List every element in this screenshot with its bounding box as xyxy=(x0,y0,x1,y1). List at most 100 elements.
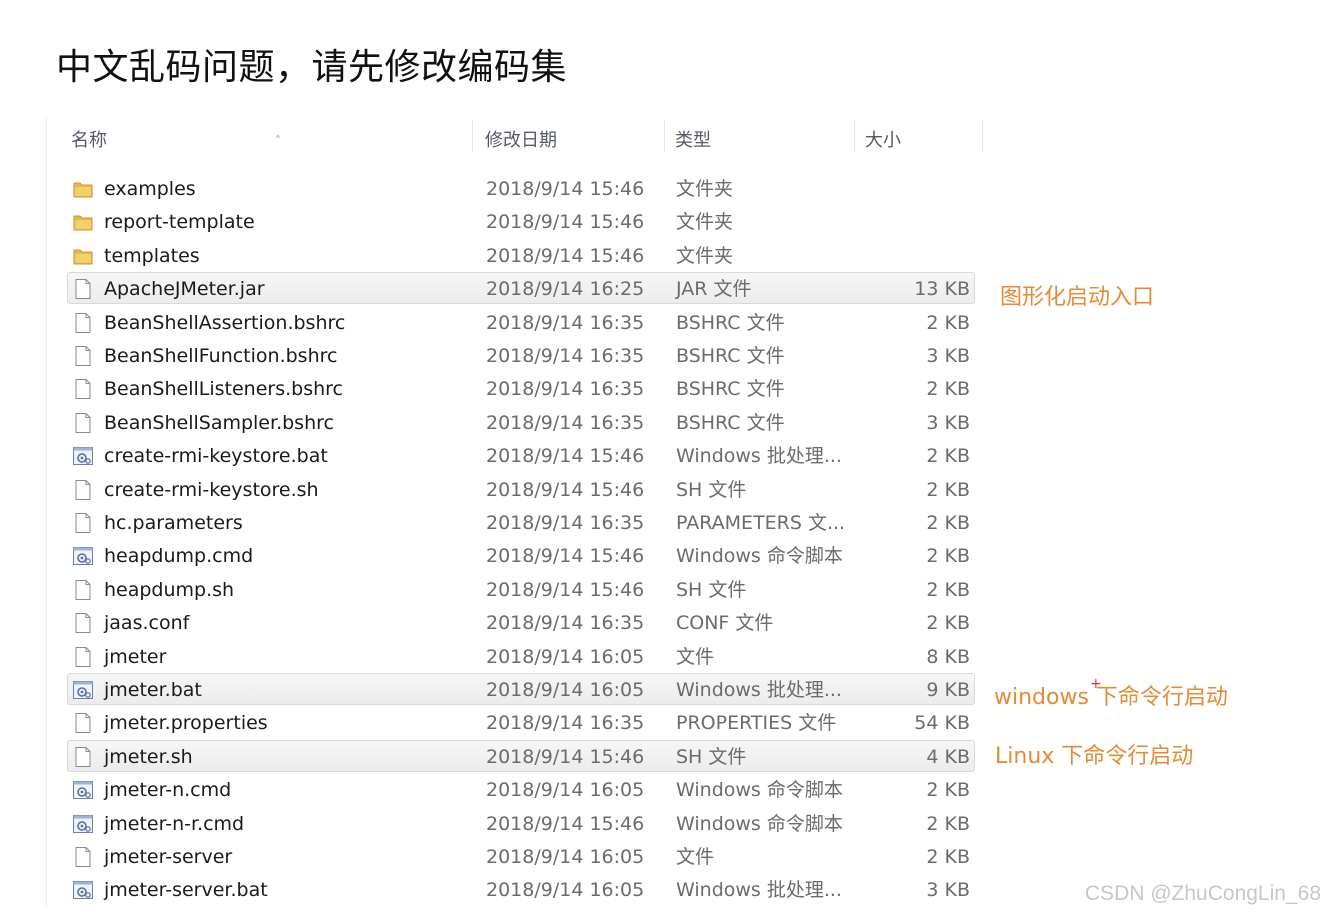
file-row[interactable]: report-template 2018/9/14 15:46 文件夹 xyxy=(67,205,975,237)
file-row[interactable]: jmeter-server.bat 2018/9/14 16:05 Windows … xyxy=(67,873,975,905)
file-size: 2 KB xyxy=(926,378,970,401)
file-modified-date: 2018/9/14 16:35 xyxy=(486,311,645,334)
file-modified-date: 2018/9/14 16:25 xyxy=(486,278,645,301)
file-name: report-template xyxy=(104,211,255,234)
file-row[interactable]: templates 2018/9/14 15:46 文件夹 xyxy=(67,239,975,271)
file-size: 3 KB xyxy=(926,411,970,434)
file-modified-date: 2018/9/14 16:05 xyxy=(486,879,645,902)
file-name: create-rmi-keystore.bat xyxy=(104,445,328,468)
file-modified-date: 2018/9/14 16:35 xyxy=(486,411,645,434)
file-icon xyxy=(72,479,94,501)
column-header-date[interactable]: 修改日期 xyxy=(475,118,665,162)
file-modified-date: 2018/9/14 15:46 xyxy=(486,745,645,768)
file-modified-date: 2018/9/14 15:46 xyxy=(486,478,645,501)
file-row[interactable]: jmeter 2018/9/14 16:05 文件 8 KB xyxy=(67,640,975,672)
file-type: Windows 命令脚本 xyxy=(676,812,843,835)
file-type: CONF 文件 xyxy=(676,612,774,635)
file-row[interactable]: jmeter.bat 2018/9/14 16:05 Windows 批处理... 9… xyxy=(67,673,975,705)
file-icon xyxy=(72,746,94,768)
script-icon xyxy=(72,813,94,835)
file-size: 3 KB xyxy=(926,879,970,902)
page-title: 中文乱码问题，请先修改编码集 xyxy=(56,47,568,88)
column-divider[interactable] xyxy=(982,120,983,152)
annotation-windows-cli: windows 下命令行启动 xyxy=(994,685,1228,710)
column-divider[interactable] xyxy=(472,120,473,152)
file-type: Windows 批处理... xyxy=(676,679,842,701)
file-size: 2 KB xyxy=(926,512,970,534)
file-name: jmeter.bat xyxy=(104,679,202,701)
file-row[interactable]: jmeter-n-r.cmd 2018/9/14 15:46 Windows 命令脚… xyxy=(67,807,975,839)
file-row[interactable]: jaas.conf 2018/9/14 16:35 CONF 文件 2 KB xyxy=(67,606,975,638)
file-row[interactable]: BeanShellFunction.bshrc 2018/9/14 16:35 BS… xyxy=(67,339,975,371)
file-type: BSHRC 文件 xyxy=(676,311,785,334)
file-size: 3 KB xyxy=(926,345,970,367)
file-type: Windows 批处理... xyxy=(676,879,842,902)
file-icon xyxy=(72,579,94,601)
file-type: Windows 命令脚本 xyxy=(676,779,843,802)
file-name: BeanShellFunction.bshrc xyxy=(104,345,338,367)
file-row[interactable]: jmeter-server 2018/9/14 16:05 文件 2 KB xyxy=(67,840,975,872)
file-type: 文件 xyxy=(676,846,715,868)
file-size: 2 KB xyxy=(926,779,970,802)
file-size: 2 KB xyxy=(926,812,970,835)
column-header-name-label: 名称 xyxy=(71,130,107,151)
file-size: 2 KB xyxy=(926,578,970,601)
file-type: Windows 批处理... xyxy=(676,445,842,468)
file-row[interactable]: create-rmi-keystore.sh 2018/9/14 15:46 SH … xyxy=(67,473,975,505)
file-type: SH 文件 xyxy=(676,478,747,501)
file-name: jaas.conf xyxy=(104,612,190,635)
file-modified-date: 2018/9/14 15:46 xyxy=(486,812,645,835)
file-row[interactable]: jmeter-n.cmd 2018/9/14 16:05 Windows 命令脚本 2… xyxy=(67,773,975,805)
file-size: 13 KB xyxy=(914,278,970,301)
file-icon xyxy=(72,646,94,668)
file-name: examples xyxy=(104,178,196,200)
file-size: 54 KB xyxy=(914,712,970,735)
file-modified-date: 2018/9/14 16:35 xyxy=(486,612,645,635)
file-row[interactable]: heapdump.cmd 2018/9/14 15:46 Windows 命令脚本 2… xyxy=(67,539,975,571)
column-header-size[interactable]: 大小 xyxy=(855,118,983,162)
file-name: BeanShellSampler.bshrc xyxy=(104,411,334,434)
file-explorer: 名称 ˄ 修改日期 类型 大小 examples 2018/9/14 15:46 文… xyxy=(46,118,1327,906)
column-header-name[interactable]: 名称 ˄ xyxy=(61,118,473,162)
file-type: SH 文件 xyxy=(676,745,747,768)
file-modified-date: 2018/9/14 15:46 xyxy=(486,445,645,468)
file-row[interactable]: BeanShellAssertion.bshrc 2018/9/14 16:35 B… xyxy=(67,306,975,338)
file-name: BeanShellAssertion.bshrc xyxy=(104,311,346,334)
file-row[interactable]: BeanShellSampler.bshrc 2018/9/14 16:35 BSH… xyxy=(67,406,975,438)
file-row[interactable]: heapdump.sh 2018/9/14 15:46 SH 文件 2 KB xyxy=(67,573,975,605)
file-size: 9 KB xyxy=(926,679,970,701)
file-modified-date: 2018/9/14 16:05 xyxy=(486,846,645,868)
file-icon xyxy=(72,512,94,534)
file-row[interactable]: jmeter.sh 2018/9/14 15:46 SH 文件 4 KB xyxy=(67,739,975,772)
file-row[interactable]: create-rmi-keystore.bat 2018/9/14 15:46 Wi… xyxy=(67,439,975,471)
file-name: jmeter-n.cmd xyxy=(104,779,232,802)
file-modified-date: 2018/9/14 15:46 xyxy=(486,211,645,234)
file-type: SH 文件 xyxy=(676,578,747,601)
file-row[interactable]: jmeter.properties 2018/9/14 16:35 PROPERTI… xyxy=(67,706,975,738)
file-name: heapdump.sh xyxy=(104,578,235,601)
file-name: heapdump.cmd xyxy=(104,545,254,568)
file-name: templates xyxy=(104,244,200,267)
file-type: 文件夹 xyxy=(676,178,734,200)
file-modified-date: 2018/9/14 16:35 xyxy=(486,345,645,367)
file-modified-date: 2018/9/14 15:46 xyxy=(486,178,645,200)
file-row[interactable]: examples 2018/9/14 15:46 文件夹 xyxy=(67,172,975,204)
file-modified-date: 2018/9/14 16:05 xyxy=(486,645,645,668)
script-icon xyxy=(72,445,94,467)
column-header-date-label: 修改日期 xyxy=(485,130,557,151)
folder-icon xyxy=(72,178,94,200)
file-row[interactable]: BeanShellListeners.bshrc 2018/9/14 16:35 B… xyxy=(67,372,975,404)
column-header-type[interactable]: 类型 xyxy=(665,118,855,162)
file-row[interactable]: ApacheJMeter.jar 2018/9/14 16:25 JAR 文件 13 … xyxy=(67,272,975,305)
file-type: 文件 xyxy=(676,645,715,668)
file-row[interactable]: hc.parameters 2018/9/14 16:35 PARAMETERS 文… xyxy=(67,506,975,538)
folder-icon xyxy=(72,211,94,233)
file-name: jmeter-server xyxy=(104,846,233,868)
file-type: 文件夹 xyxy=(676,244,734,267)
file-modified-date: 2018/9/14 16:35 xyxy=(486,712,645,735)
file-name: ApacheJMeter.jar xyxy=(104,278,265,301)
file-name: jmeter.properties xyxy=(104,712,268,735)
file-icon xyxy=(72,378,94,400)
file-type: JAR 文件 xyxy=(676,278,752,301)
file-icon xyxy=(72,846,94,868)
